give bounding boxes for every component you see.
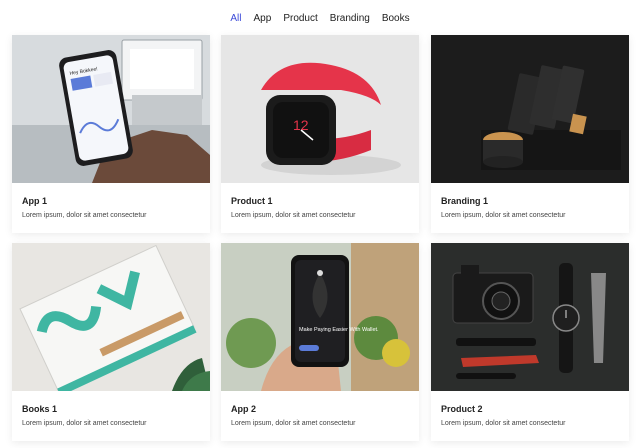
wallet-app-phone-photo: Make Paying Easier With Wallet. bbox=[221, 243, 419, 391]
phone-promo-text: Make Paying Easier With Wallet. bbox=[299, 327, 379, 333]
card-caption: Books 1 Lorem ipsum, dolor sit amet cons… bbox=[12, 391, 210, 441]
phone-in-hand-photo: Hey Bokkee! bbox=[12, 35, 210, 183]
filter-all[interactable]: All bbox=[224, 12, 247, 26]
card-description: Lorem ipsum, dolor sit amet consectetur bbox=[441, 420, 566, 427]
filter-product[interactable]: Product bbox=[277, 12, 323, 26]
card-description: Lorem ipsum, dolor sit amet consectetur bbox=[441, 212, 566, 219]
card-title: Books 1 bbox=[22, 404, 58, 414]
card-title: App 2 bbox=[231, 404, 257, 414]
card-description: Lorem ipsum, dolor sit amet consectetur bbox=[22, 420, 147, 427]
card-description: Lorem ipsum, dolor sit amet consectetur bbox=[22, 212, 147, 219]
filter-app[interactable]: App bbox=[248, 12, 278, 26]
card-title: Product 2 bbox=[441, 404, 483, 414]
portfolio-card-app-1[interactable]: Hey Bokkee! App 1 Lorem ipsum, dolor sit… bbox=[12, 35, 210, 233]
card-title: Product 1 bbox=[231, 196, 273, 206]
branding-1-image[interactable] bbox=[431, 35, 629, 183]
portfolio-card-product-1[interactable]: 12 Product 1 Lorem ipsum, dolor sit amet… bbox=[221, 35, 419, 233]
portfolio-card-branding-1[interactable]: Branding 1 Lorem ipsum, dolor sit amet c… bbox=[431, 35, 629, 233]
app-2-image[interactable]: Make Paying Easier With Wallet. bbox=[221, 243, 419, 391]
card-description: Lorem ipsum, dolor sit amet consectetur bbox=[231, 420, 356, 427]
books-1-image[interactable] bbox=[12, 243, 210, 391]
flat-lay-gear-photo bbox=[431, 243, 629, 391]
app-1-image[interactable]: Hey Bokkee! bbox=[12, 35, 210, 183]
product-2-image[interactable] bbox=[431, 243, 629, 391]
book-photo bbox=[12, 243, 210, 391]
portfolio-card-product-2[interactable]: Product 2 Lorem ipsum, dolor sit amet co… bbox=[431, 243, 629, 441]
product-1-image[interactable]: 12 bbox=[221, 35, 419, 183]
portfolio-filters: All App Product Branding Books bbox=[0, 12, 640, 26]
cosmetics-packaging-photo bbox=[431, 35, 629, 183]
filter-branding[interactable]: Branding bbox=[324, 12, 376, 26]
smartwatch-photo: 12 bbox=[221, 35, 419, 183]
filter-books[interactable]: Books bbox=[376, 12, 416, 26]
portfolio-card-app-2[interactable]: Make Paying Easier With Wallet. App 2 Lo… bbox=[221, 243, 419, 441]
card-title: Branding 1 bbox=[441, 196, 489, 206]
card-caption: Product 2 Lorem ipsum, dolor sit amet co… bbox=[431, 391, 629, 441]
card-caption: Branding 1 Lorem ipsum, dolor sit amet c… bbox=[431, 183, 629, 233]
card-caption: App 1 Lorem ipsum, dolor sit amet consec… bbox=[12, 183, 210, 233]
card-title: App 1 bbox=[22, 196, 48, 206]
card-caption: App 2 Lorem ipsum, dolor sit amet consec… bbox=[221, 391, 419, 441]
portfolio-card-books-1[interactable]: Books 1 Lorem ipsum, dolor sit amet cons… bbox=[12, 243, 210, 441]
card-caption: Product 1 Lorem ipsum, dolor sit amet co… bbox=[221, 183, 419, 233]
card-description: Lorem ipsum, dolor sit amet consectetur bbox=[231, 212, 356, 219]
